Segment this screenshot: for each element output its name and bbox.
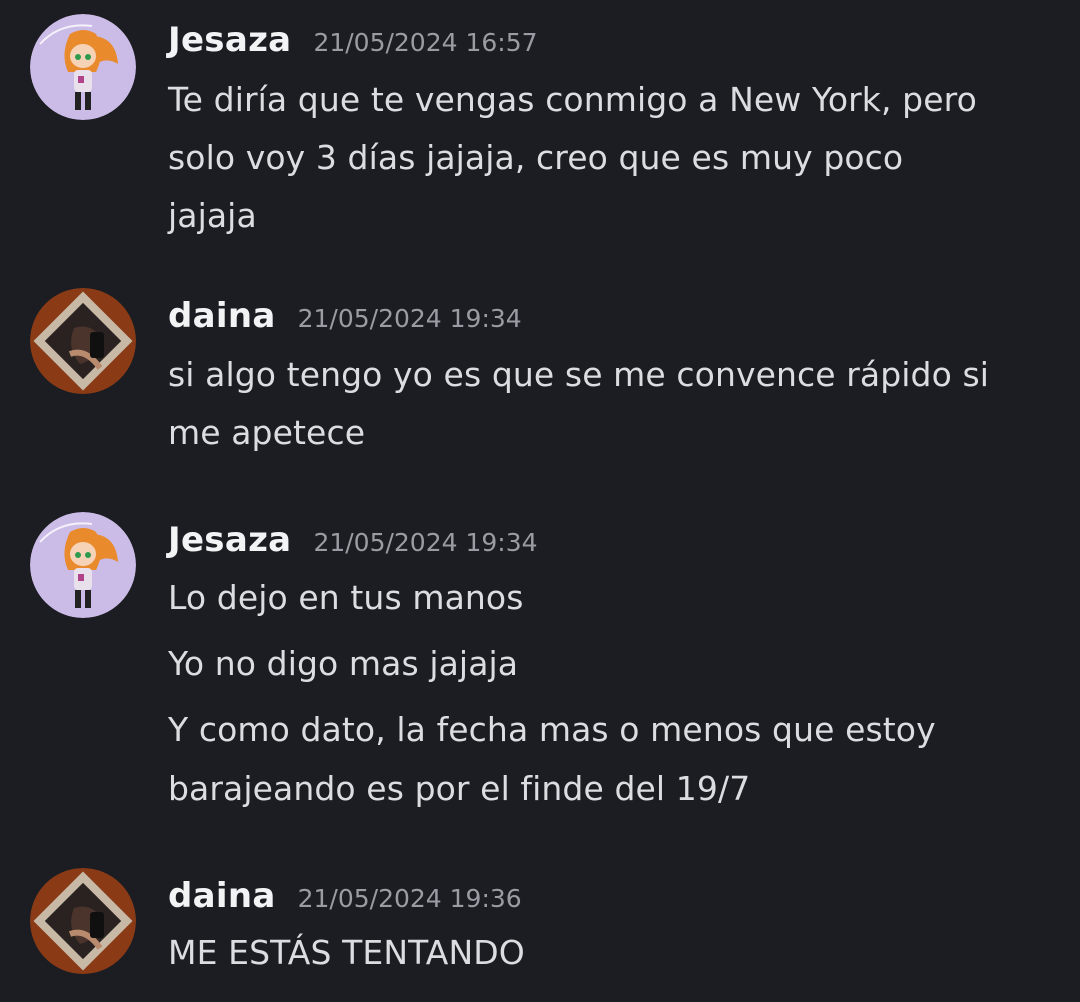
message-text: ME ESTÁS TENTANDO (168, 933, 525, 972)
user-avatar[interactable] (30, 512, 136, 618)
username[interactable]: daina (168, 296, 276, 336)
user-avatar[interactable] (30, 288, 136, 394)
message-header: daina 21/05/2024 19:34 (168, 296, 522, 340)
message-text: Lo dejo en tus manos (168, 578, 524, 617)
message-header: daina 21/05/2024 19:36 (168, 876, 522, 920)
cartoon-girl-avatar-icon (30, 14, 136, 120)
username[interactable]: Jesaza (168, 20, 291, 60)
timestamp: 21/05/2024 19:34 (297, 304, 522, 333)
cartoon-girl-avatar-icon (30, 512, 136, 618)
timestamp: 21/05/2024 16:57 (313, 28, 538, 57)
photo-avatar-icon (30, 288, 136, 394)
message-text: barajeando es por el finde del 19/7 (168, 769, 751, 808)
message-text: Y como dato, la fecha mas o menos que es… (168, 710, 936, 749)
timestamp: 21/05/2024 19:36 (297, 884, 522, 913)
user-avatar[interactable] (30, 868, 136, 974)
username[interactable]: daina (168, 876, 276, 916)
message-header: Jesaza 21/05/2024 16:57 (168, 20, 538, 64)
message-text: jajaja (168, 196, 257, 235)
message-text: Te diría que te vengas conmigo a New Yor… (168, 80, 977, 119)
message-text: me apetece (168, 413, 366, 452)
photo-avatar-icon (30, 868, 136, 974)
username[interactable]: Jesaza (168, 520, 291, 560)
timestamp: 21/05/2024 19:34 (313, 528, 538, 557)
message-text: Yo no digo mas jajaja (168, 644, 519, 683)
message-text: solo voy 3 días jajaja, creo que es muy … (168, 138, 904, 177)
message-text: si algo tengo yo es que se me convence r… (168, 355, 990, 394)
user-avatar[interactable] (30, 14, 136, 120)
message-header: Jesaza 21/05/2024 19:34 (168, 520, 538, 564)
